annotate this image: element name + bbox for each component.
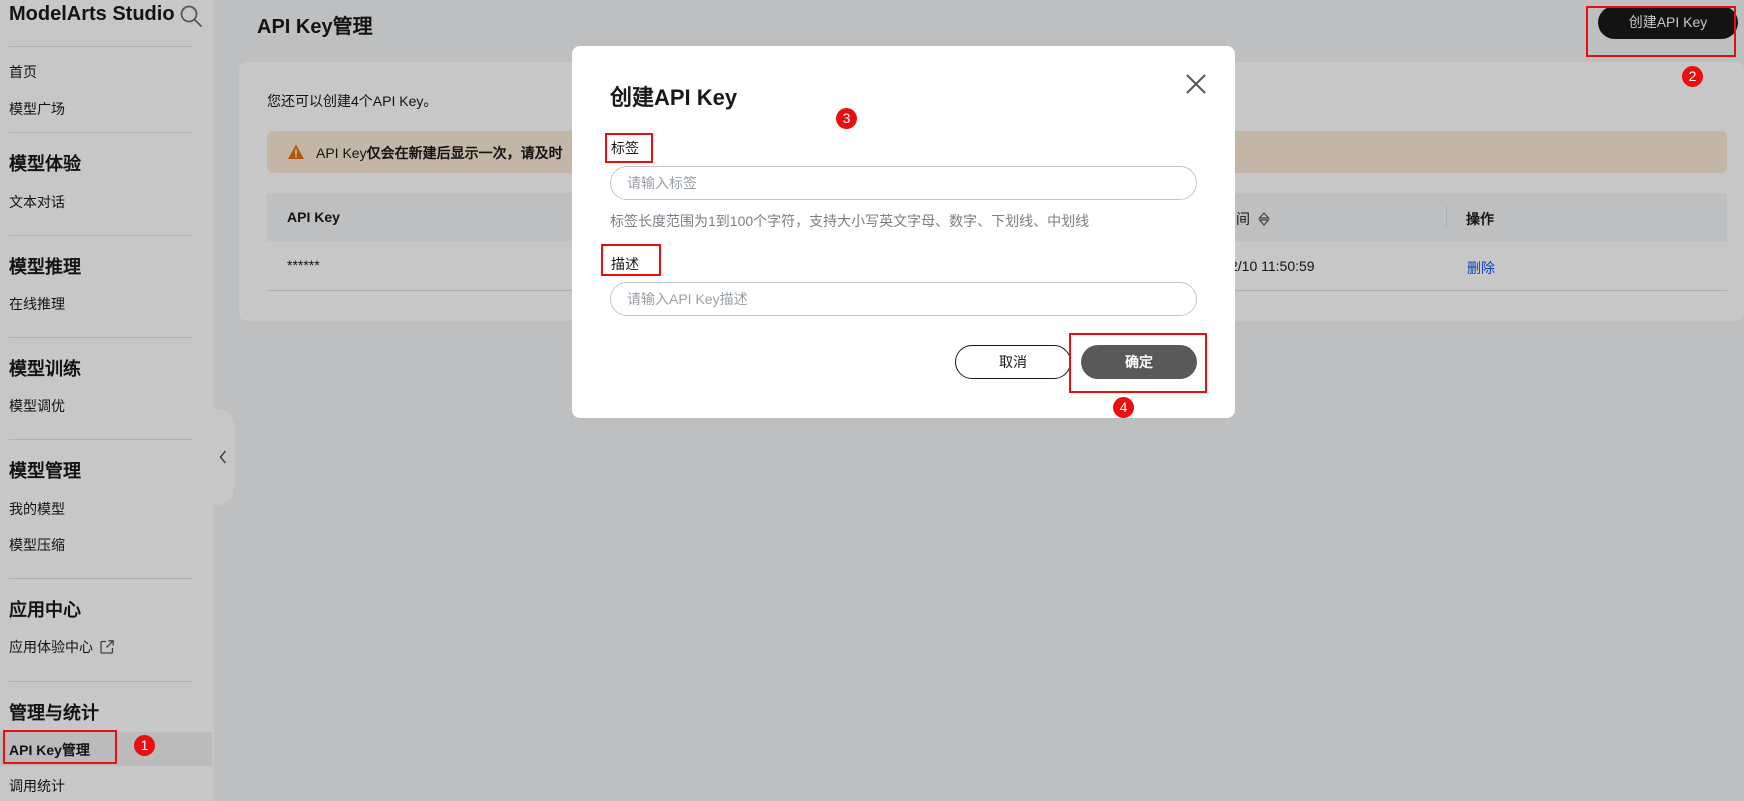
cancel-button[interactable]: 取消 [955, 345, 1071, 379]
annotation-box-tag-label [605, 133, 653, 163]
tag-input[interactable] [610, 166, 1197, 200]
annotation-marker-4: 4 [1113, 397, 1134, 418]
annotation-box-description-label [601, 244, 661, 276]
tag-hint: 标签长度范围为1到100个字符，支持大小写英文字母、数字、下划线、中划线 [610, 213, 1090, 229]
description-input[interactable] [610, 282, 1197, 316]
annotation-box-confirm-button [1069, 333, 1207, 393]
close-icon[interactable] [1185, 73, 1207, 95]
annotation-marker-1: 1 [134, 735, 155, 756]
dialog-title: 创建API Key [610, 85, 738, 110]
annotation-box-create-button [1586, 6, 1736, 57]
annotation-marker-2: 2 [1682, 66, 1703, 87]
annotation-marker-3: 3 [836, 108, 857, 129]
annotation-box-api-key-mgmt [3, 730, 117, 764]
